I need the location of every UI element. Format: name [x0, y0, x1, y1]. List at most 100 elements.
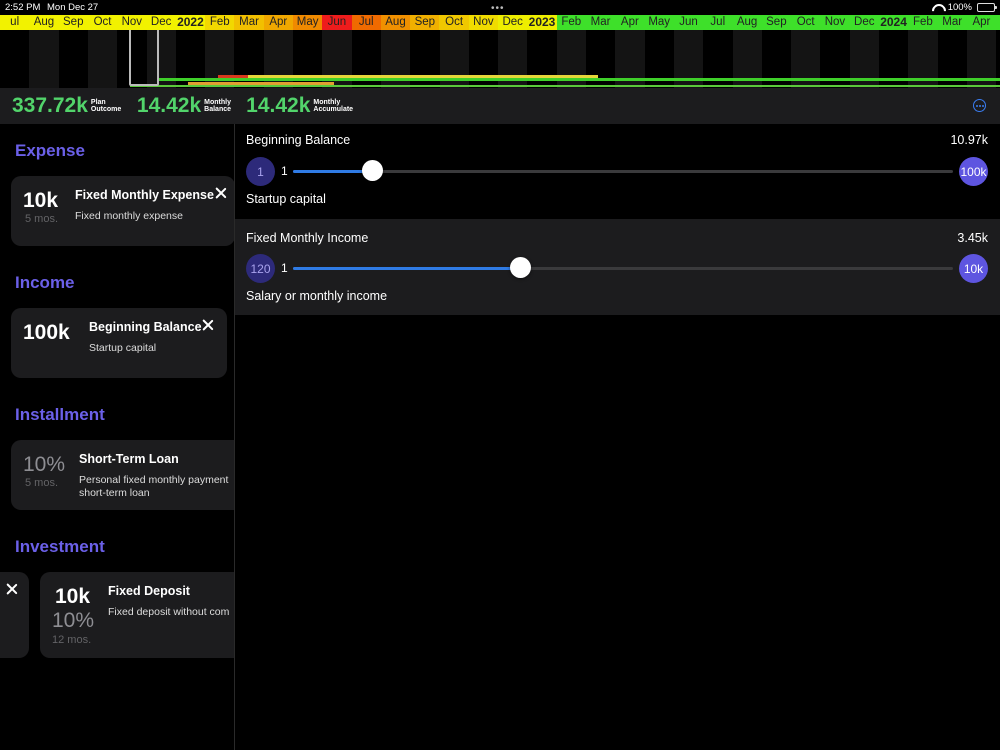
monthly-balance-stat: 14.42k Monthly Balance — [137, 94, 236, 118]
remove-income-close-icon[interactable] — [202, 319, 214, 331]
timeline-month-label[interactable]: Jul — [351, 15, 381, 30]
timeline-month-label[interactable]: 2024 — [878, 15, 909, 30]
installment-card[interactable]: 10% 5 mos. Short-Term Loan Personal fixe… — [11, 440, 234, 510]
timeline-month-column[interactable] — [29, 30, 59, 88]
timeline-month-label[interactable]: Ma — [996, 15, 1000, 30]
timeline-month-label[interactable]: Dec — [849, 15, 879, 30]
investment-card[interactable]: 10k 10% 12 mos. Fixed Deposit Fixed depo… — [40, 572, 234, 658]
timeline-month-label[interactable]: Feb — [556, 15, 586, 30]
remove-expense-close-icon[interactable] — [215, 187, 227, 199]
fixed-monthly-income-value: 3.45k — [957, 231, 988, 245]
income-card[interactable]: 100k Beginning Balance Startup capital — [11, 308, 227, 378]
income-amount: 100k — [23, 321, 70, 344]
beginning-balance-slider-fill — [293, 170, 373, 173]
installment-duration: 5 mos. — [25, 477, 59, 489]
plan-outcome-value: 337.72k — [12, 94, 88, 117]
month-strip[interactable]: ul Aug Sep Oct Nov Dec 2022 Feb Mar Apr May Jun Jul A… — [0, 15, 1000, 30]
timeline-month-label[interactable]: Mar — [234, 15, 264, 30]
investment-duration: 12 mos. — [52, 634, 92, 646]
remove-investment-close-icon[interactable] — [6, 583, 18, 595]
timeline-month-column[interactable] — [87, 30, 118, 88]
wifi-icon — [931, 4, 943, 12]
multitasking-dots-icon[interactable]: ••• — [491, 3, 505, 14]
fixed-monthly-income-min-label: 1 — [281, 261, 288, 275]
monthly-balance-label: Monthly Balance — [204, 99, 232, 113]
timeline-bar-accumulate — [130, 85, 1000, 87]
income-name: Beginning Balance — [89, 320, 202, 334]
beginning-balance-max-button[interactable]: 100k — [959, 157, 988, 186]
installment-description-line2: short-term loan — [79, 487, 150, 499]
timeline-month-label[interactable]: Sep — [58, 15, 88, 30]
timeline-bar-income — [158, 78, 1000, 81]
timeline-month-label[interactable]: Sep — [410, 15, 440, 30]
timeline-month-label[interactable]: Oct — [791, 15, 821, 30]
expense-duration: 5 mos. — [25, 213, 59, 225]
status-date: Mon Dec 27 — [47, 2, 99, 13]
battery-percent: 100% — [947, 2, 972, 13]
timeline-month-label[interactable]: Nov — [117, 15, 147, 30]
status-bar: 2:52 PM Mon Dec 27 ••• 100% — [0, 0, 1000, 16]
timeline-bar-expense — [218, 75, 248, 78]
investment-card-swipe-action[interactable] — [0, 572, 29, 658]
timeline-chart[interactable] — [0, 30, 1000, 88]
timeline-month-label[interactable]: Jul — [703, 15, 733, 30]
timeline-month-label[interactable]: Apr — [263, 15, 293, 30]
timeline-month-label[interactable]: Nov — [468, 15, 499, 30]
beginning-balance-slider-track[interactable] — [293, 170, 953, 173]
more-options-icon[interactable] — [973, 99, 986, 112]
timeline-month-label[interactable]: May — [644, 15, 674, 30]
timeline-month-label[interactable]: 2023 — [527, 15, 557, 30]
timeline-month-label[interactable]: Apr — [966, 15, 997, 30]
fixed-monthly-income-slider-track[interactable] — [293, 267, 953, 270]
fixed-monthly-income-slider-thumb[interactable] — [510, 257, 532, 278]
expense-card[interactable]: 10k 5 mos. Fixed Monthly Expense Fixed m… — [11, 176, 234, 246]
beginning-balance-row: Beginning Balance 10.97k 1 1 100k Startu… — [235, 124, 1000, 220]
timeline-month-label[interactable]: Mar — [937, 15, 967, 30]
section-title-installment: Installment — [15, 405, 105, 424]
timeline-month-label[interactable]: Mar — [585, 15, 616, 30]
timeline-month-label[interactable]: May — [292, 15, 323, 30]
fixed-monthly-income-min-button[interactable]: 120 — [246, 254, 275, 283]
section-title-income: Income — [15, 273, 75, 292]
status-time: 2:52 PM — [5, 2, 41, 13]
investment-description: Fixed deposit without com — [108, 606, 230, 618]
timeline-month-label[interactable]: Apr — [615, 15, 645, 30]
timeline-month-label[interactable]: Aug — [732, 15, 762, 30]
investment-name: Fixed Deposit — [108, 584, 190, 598]
timeline-month-column[interactable] — [59, 30, 88, 88]
section-title-investment: Investment — [15, 537, 105, 556]
timeline-month-label[interactable]: Aug — [29, 15, 59, 30]
timeline-month-label[interactable]: Aug — [380, 15, 411, 30]
timeline-month-label[interactable]: Nov — [820, 15, 850, 30]
fixed-monthly-income-max-button[interactable]: 10k — [959, 254, 988, 283]
beginning-balance-slider-thumb[interactable] — [361, 160, 383, 181]
installment-rate: 10% — [23, 453, 66, 476]
expense-name: Fixed Monthly Expense — [75, 188, 214, 202]
timeline-month-column[interactable] — [0, 30, 29, 88]
timeline-month-label[interactable]: 2022 — [175, 15, 206, 30]
monthly-accumulate-stat: 14.42k Monthly Accumulate — [246, 94, 357, 118]
timeline-month-label[interactable]: Oct — [439, 15, 469, 30]
installment-description-line1: Personal fixed monthly payment — [79, 474, 229, 486]
timeline-selection-handle[interactable] — [129, 30, 159, 86]
timeline-month-label[interactable]: Feb — [205, 15, 235, 30]
plan-outcome-label: Plan Outcome — [90, 99, 122, 113]
timeline-month-label[interactable]: Oct — [87, 15, 118, 30]
fixed-monthly-income-row: Fixed Monthly Income 3.45k 120 1 10k Sal… — [235, 219, 1000, 315]
plan-items-sidebar[interactable]: Expense 10k 5 mos. Fixed Monthly Expense… — [0, 124, 234, 750]
beginning-balance-min-button[interactable]: 1 — [246, 157, 275, 186]
investment-amount: 10k — [55, 585, 91, 608]
timeline-month-label[interactable]: Feb — [908, 15, 938, 30]
timeline-month-label[interactable]: Jun — [322, 15, 352, 30]
timeline-month-label[interactable]: Dec — [146, 15, 176, 30]
timeline-month-label[interactable]: Sep — [761, 15, 792, 30]
beginning-balance-title: Beginning Balance — [246, 133, 351, 147]
timeline-month-label[interactable]: Dec — [498, 15, 528, 30]
monthly-accumulate-label: Monthly Accumulate — [313, 99, 354, 113]
beginning-balance-value: 10.97k — [950, 133, 988, 147]
summary-bar: 337.72k Plan Outcome 14.42k Monthly Bala… — [0, 88, 1000, 124]
monthly-accumulate-value: 14.42k — [246, 94, 311, 117]
battery-icon — [977, 3, 997, 12]
timeline-month-label[interactable]: Jun — [673, 15, 704, 30]
timeline-month-label[interactable]: ul — [0, 15, 30, 30]
